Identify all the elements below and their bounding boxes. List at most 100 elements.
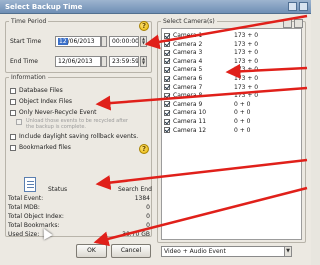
- camera-list-item[interactable]: Camera 9: [164, 101, 202, 108]
- daylight-saving-label: Include daylight saving rollback events.: [19, 133, 139, 140]
- camera-list-item[interactable]: Camera 12: [164, 127, 206, 134]
- total-event-value: 1384: [134, 195, 150, 202]
- end-date-field[interactable]: 12/06/2013: [55, 56, 101, 67]
- camera-checkbox[interactable]: [164, 49, 170, 56]
- checkbox-box[interactable]: [10, 87, 16, 94]
- end-time-spinner[interactable]: ▲ ▼: [140, 56, 147, 67]
- checkbox-box[interactable]: [10, 144, 16, 151]
- never-recycle-checkbox[interactable]: Only Never-Recycle Event: [10, 109, 97, 116]
- camera-checkbox[interactable]: [164, 58, 170, 65]
- status-title: Status: [48, 186, 68, 193]
- time-period-legend: Time Period: [11, 18, 47, 25]
- unload-recycled-note: Unload those events to be recycled after…: [26, 118, 128, 130]
- minimize-icon[interactable]: [288, 2, 297, 11]
- camera-event-count: 0 + 0: [234, 109, 251, 117]
- end-time-label: End Time: [10, 58, 38, 65]
- camera-event-count: 173 + 0: [234, 92, 259, 100]
- camera-event-count: 0 + 0: [234, 118, 251, 125]
- camera-event-count: 173 + 0: [234, 75, 259, 82]
- end-time-field[interactable]: 23:59:59: [109, 56, 139, 67]
- camera-select-legend: Select Camera(s): [163, 18, 215, 25]
- camera-name: Camera 7: [173, 83, 203, 91]
- camera-event-count: 173 + 0: [234, 83, 259, 91]
- camera-event-count: 0 + 0: [234, 100, 251, 108]
- window-title: Select Backup Time: [5, 3, 83, 11]
- database-files-checkbox[interactable]: Database Files: [10, 87, 63, 94]
- checkbox-box: [16, 119, 22, 125]
- select-all-icon[interactable]: [283, 19, 292, 28]
- chevron-down-icon[interactable]: ▼: [284, 247, 291, 256]
- camera-name: Camera 8: [173, 92, 203, 100]
- event-type-select[interactable]: Video + Audio Event: [161, 246, 292, 257]
- camera-name: Camera 4: [173, 57, 203, 65]
- camera-list-item[interactable]: Camera 11: [164, 118, 206, 125]
- camera-name: Camera 10: [173, 109, 207, 117]
- unload-recycled-checkbox: [16, 119, 22, 125]
- camera-list-item[interactable]: Camera 3: [164, 49, 202, 56]
- help-icon[interactable]: ?: [139, 144, 149, 154]
- total-object-index-value: 0: [146, 213, 150, 220]
- cancel-button[interactable]: Cancel: [111, 244, 151, 258]
- start-time-label: Start Time: [10, 38, 42, 45]
- camera-event-count: 173 + 0: [234, 57, 259, 65]
- camera-list-item[interactable]: Camera 7: [164, 84, 202, 91]
- camera-checkbox[interactable]: [164, 118, 170, 125]
- object-index-files-checkbox[interactable]: Object Index Files: [10, 98, 72, 105]
- camera-list-item[interactable]: Camera 1: [164, 32, 202, 39]
- status-document-icon: [24, 177, 36, 192]
- camera-event-count: 173 + 0: [234, 49, 259, 57]
- camera-name: Camera 9: [173, 100, 203, 108]
- information-legend: Information: [11, 74, 46, 81]
- total-mdb-label: Total MDB:: [8, 204, 40, 211]
- camera-list-item[interactable]: Camera 2: [164, 41, 202, 48]
- camera-checkbox[interactable]: [164, 109, 170, 116]
- close-icon[interactable]: [299, 2, 308, 11]
- camera-checkbox[interactable]: [164, 127, 170, 134]
- start-time-field[interactable]: 00:00:00: [109, 36, 139, 47]
- camera-checkbox[interactable]: [164, 32, 170, 39]
- camera-checkbox[interactable]: [164, 66, 170, 73]
- camera-list-item[interactable]: Camera 10: [164, 109, 206, 116]
- camera-checkbox[interactable]: [164, 75, 170, 82]
- camera-name: Camera 5: [173, 66, 203, 74]
- refresh-icon[interactable]: [294, 19, 303, 28]
- bookmarked-files-label: Bookmarked files: [19, 144, 71, 151]
- total-bookmarks-value: 0: [146, 222, 150, 229]
- camera-checkbox[interactable]: [164, 101, 170, 108]
- daylight-saving-checkbox[interactable]: Include daylight saving rollback events.: [10, 133, 138, 140]
- camera-name: Camera 2: [173, 40, 203, 48]
- never-recycle-label: Only Never-Recycle Event: [19, 109, 97, 116]
- camera-list-item[interactable]: Camera 8: [164, 92, 202, 99]
- camera-name: Camera 12: [173, 126, 207, 134]
- camera-list-item[interactable]: Camera 6: [164, 75, 202, 82]
- camera-event-count: 0 + 0: [234, 126, 251, 134]
- checkbox-box[interactable]: [10, 109, 16, 116]
- camera-list: Camera 1 173 + 0 Camera 2 173 + 0 Camera 3 17…: [161, 28, 302, 240]
- camera-checkbox[interactable]: [164, 92, 170, 99]
- camera-checkbox[interactable]: [164, 84, 170, 91]
- title-bar-buttons: [288, 2, 308, 11]
- start-time-spinner[interactable]: ▲ ▼: [140, 36, 147, 47]
- end-date-dropdown-icon[interactable]: [101, 56, 107, 67]
- title-bar: Select Backup Time: [0, 0, 311, 14]
- used-size-value: 30.70 GB: [122, 231, 150, 238]
- object-index-files-label: Object Index Files: [19, 98, 73, 105]
- start-date-rest: /06/2013: [67, 38, 95, 45]
- camera-name: Camera 11: [173, 118, 207, 125]
- search-end-text: Search End: [118, 186, 152, 193]
- checkbox-box[interactable]: [10, 133, 16, 140]
- backup-time-dialog: Select Backup Time Time Period ? Start T…: [0, 0, 311, 265]
- camera-checkbox[interactable]: [164, 41, 170, 48]
- ok-button[interactable]: OK: [76, 244, 107, 258]
- camera-event-count: 173 + 0: [234, 32, 259, 39]
- bookmarked-files-checkbox[interactable]: Bookmarked files: [10, 144, 71, 151]
- help-icon[interactable]: ?: [139, 21, 149, 31]
- checkbox-box[interactable]: [10, 98, 16, 105]
- camera-list-item[interactable]: Camera 5: [164, 66, 202, 73]
- camera-name: Camera 1: [173, 32, 203, 39]
- start-date-dropdown-icon[interactable]: [101, 36, 107, 47]
- start-date-field[interactable]: 12/06/2013: [55, 36, 101, 47]
- camera-list-item[interactable]: Camera 4: [164, 58, 202, 65]
- camera-name: Camera 3: [173, 49, 203, 57]
- used-size-label: Used Size:: [8, 231, 40, 238]
